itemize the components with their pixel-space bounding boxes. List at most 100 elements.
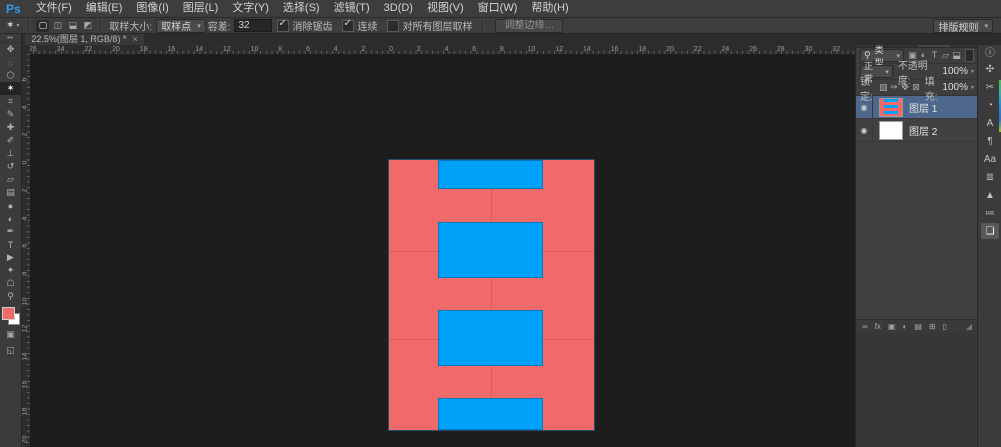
zoom-tool[interactable]: ⚲ (0, 290, 21, 303)
chevron-down-icon[interactable]: ▾ (971, 68, 974, 75)
custom-shape-tool[interactable]: ✦ (0, 264, 21, 277)
filter-smart-objects-icon[interactable]: ⬓ (951, 50, 962, 61)
eraser-tool[interactable]: ▱ (0, 173, 21, 186)
new-layer-icon[interactable]: ⊞ (929, 322, 936, 331)
图层 2[interactable]: ◉ 图层 2 (856, 119, 978, 142)
refine-edge-button[interactable]: 调整边缘… (495, 18, 564, 33)
layer-style-icon[interactable]: fx (875, 322, 881, 331)
info-panel-icon[interactable]: ⓘ (981, 43, 999, 59)
layer-name[interactable]: 图层 1 (909, 100, 937, 115)
crop-tool[interactable]: ⌗ (0, 95, 21, 108)
lock-pixels-icon[interactable]: ✑ (889, 82, 900, 93)
panel-resize-grip[interactable]: ◢ (966, 322, 972, 331)
layer-thumbnail[interactable] (879, 120, 903, 140)
lock-row: 锁定: ▨ ✑ ✥ ⊠ 填充: 100% ▾ (856, 77, 978, 103)
chevron-down-icon: ▾ (16, 23, 20, 29)
menu-item[interactable]: 文字(Y) (225, 2, 276, 14)
dodge-tool[interactable]: ◐ (0, 212, 21, 225)
clone-stamp-tool[interactable]: ⊥ (0, 147, 21, 160)
ruler-label: 2 (21, 188, 29, 193)
ruler-label: 20 (112, 46, 120, 53)
history-brush-tool[interactable]: ↺ (0, 160, 21, 173)
marquee-tool[interactable]: ◌ (0, 56, 21, 69)
lock-all-icon[interactable]: ⊠ (911, 82, 922, 93)
character-panel-icon[interactable]: A (981, 115, 999, 131)
delete-layer-icon[interactable]: ▯ (943, 322, 947, 331)
menu-item[interactable]: 文件(F) (29, 2, 79, 14)
gradient-tool[interactable]: ▤ (0, 186, 21, 199)
path-selection-tool[interactable]: ▶ (0, 251, 21, 264)
menu-item[interactable]: 滤镜(T) (327, 2, 377, 14)
add-layer-mask-icon[interactable]: ▣ (888, 322, 896, 331)
quick-mask-button[interactable]: ▣ (0, 328, 21, 341)
pattern-seam (491, 366, 492, 398)
move-tool[interactable]: ✥ (0, 43, 21, 56)
paragraph-panel-icon[interactable]: ¶ (981, 133, 999, 149)
ruler-label: 8 (278, 46, 283, 53)
adjustments-panel-icon[interactable]: ✣ (981, 61, 999, 77)
tool-glyph: ✒ (6, 226, 15, 236)
tolerance-input[interactable] (234, 19, 273, 32)
layer-comps-panel-icon[interactable]: ❏ (981, 223, 999, 239)
intersect-selection-icon[interactable]: ◩ (81, 20, 94, 32)
lock-transparency-icon[interactable]: ▨ (878, 82, 889, 93)
tool-glyph: ⬡ (6, 70, 15, 80)
menu-item[interactable]: 选择(S) (276, 2, 327, 14)
subtract-from-selection-icon[interactable]: ⬓ (66, 20, 79, 32)
visibility-eye-icon[interactable]: ◉ (856, 119, 873, 141)
hand-tool[interactable]: ☖ (0, 277, 21, 290)
lasso-tool[interactable]: ⬡ (0, 69, 21, 82)
canvas-workspace[interactable] (31, 54, 855, 447)
menu-item[interactable]: 图层(L) (176, 2, 225, 14)
sample-size-select[interactable]: 取样点 ▾ (156, 18, 206, 33)
character-styles-panel-icon[interactable]: Aa (981, 151, 999, 167)
option-checkbox[interactable]: 连续 (342, 18, 377, 33)
opacity-value[interactable]: 100% (942, 66, 968, 77)
layer-thumbnail[interactable] (879, 97, 903, 117)
blur-tool[interactable]: ● (0, 199, 21, 212)
pattern-seam (491, 189, 492, 222)
option-checkbox[interactable]: 消除锯齿 (277, 18, 332, 33)
option-checkbox[interactable]: 对所有图层取样 (387, 18, 472, 33)
toolbar-collapse-icon[interactable]: ▸▸ (0, 34, 21, 43)
foreground-color-swatch[interactable] (2, 307, 15, 320)
masks-panel-icon[interactable]: ◔ (981, 97, 999, 113)
eyedropper-tool[interactable]: ✎ (0, 108, 21, 121)
layer-name[interactable]: 图层 2 (909, 123, 937, 138)
clone-source-panel-icon[interactable]: ✂ (981, 79, 999, 95)
vertical-ruler[interactable]: 6 4 2 0 2 4 6 8 10 12 14 16 18 20 (22, 54, 31, 447)
type-tool[interactable]: T (0, 238, 21, 251)
menu-item[interactable]: 帮助(H) (524, 2, 575, 14)
histogram-panel-icon[interactable]: ▲ (981, 187, 999, 203)
chevron-down-icon[interactable]: ▾ (971, 84, 974, 91)
add-to-selection-icon[interactable]: ◫ (51, 20, 64, 32)
workspace-switcher[interactable]: 排版规则 ▾ (933, 19, 993, 34)
menu-item[interactable]: 图像(I) (129, 2, 175, 14)
brush-tool[interactable]: ✐ (0, 134, 21, 147)
menu-item[interactable]: 窗口(W) (471, 2, 525, 14)
lock-position-icon[interactable]: ✥ (900, 82, 911, 93)
new-group-icon[interactable]: ▤ (914, 322, 922, 331)
tool-presets-panel-icon[interactable]: ≔ (981, 205, 999, 221)
menu-item[interactable]: 3D(D) (377, 2, 420, 14)
magic-wand-tool[interactable]: ✶ (0, 82, 21, 95)
healing-brush-tool[interactable]: ✚ (0, 121, 21, 134)
paragraph-styles-panel-icon[interactable]: ≣ (981, 169, 999, 185)
ruler-label: 4 (333, 46, 338, 53)
fill-value[interactable]: 100% (942, 82, 968, 93)
pen-tool[interactable]: ✒ (0, 225, 21, 238)
document-tab[interactable]: 22.5%(图层 1, RGB/8) * × (25, 34, 144, 45)
menu-item[interactable]: 编辑(E) (79, 2, 130, 14)
new-adjustment-layer-icon[interactable]: ◐ (903, 322, 908, 331)
tool-preset-picker[interactable]: ✶ ▾ (0, 20, 23, 31)
link-layers-icon[interactable]: ∞ (862, 322, 868, 331)
filter-shape-layers-icon[interactable]: ▱ (940, 50, 951, 61)
filter-toggle[interactable] (965, 49, 974, 62)
close-icon[interactable]: × (132, 34, 137, 45)
canvas-document[interactable] (388, 159, 595, 431)
ruler-label: 22 (693, 46, 702, 53)
visibility-eye-icon[interactable]: ◉ (856, 96, 873, 118)
screen-mode-button[interactable]: ◱ (0, 344, 21, 357)
menu-item[interactable]: 视图(V) (420, 2, 471, 14)
new-selection-icon[interactable]: ▢ (36, 19, 50, 32)
